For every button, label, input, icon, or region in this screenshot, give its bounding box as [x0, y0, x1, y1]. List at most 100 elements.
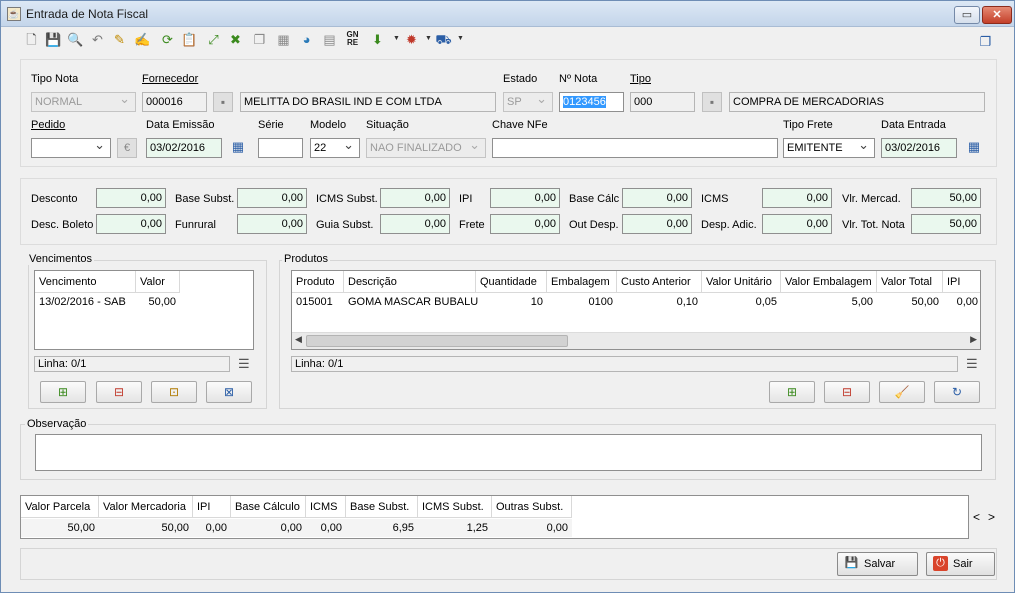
vencimentos-menu-icon[interactable]: ☰	[238, 357, 250, 371]
produtos-table[interactable]: Produto Descrição Quantidade Embalagem C…	[291, 270, 981, 350]
shrink-icon[interactable]: ✖	[227, 31, 244, 48]
vlr-mercad-field[interactable]: 50,00	[911, 188, 981, 208]
truck-icon[interactable]: ⛟	[435, 31, 452, 48]
restore-button[interactable]: ▭	[954, 6, 980, 24]
base-calc-label: Base Cálc	[569, 193, 620, 205]
produtos-col-header[interactable]: IPI	[943, 271, 980, 293]
tipo-nota-select[interactable]: NORMAL	[31, 92, 136, 112]
globe-user-icon[interactable]: ◕	[298, 31, 315, 48]
fornecedor-search-button[interactable]: ▪	[213, 92, 233, 112]
undo-icon[interactable]: ↶	[89, 31, 106, 48]
produtos-col-header[interactable]: Valor Unitário	[702, 271, 781, 293]
base-subst-field[interactable]: 0,00	[237, 188, 307, 208]
vencimentos-col-header[interactable]: Vencimento	[35, 271, 136, 293]
desc-boleto-field[interactable]: 0,00	[96, 214, 166, 234]
modelo-select[interactable]: 22	[310, 138, 360, 158]
dropdown-arrow-icon[interactable]: ▼	[457, 35, 464, 42]
produtos-col-header[interactable]: Custo Anterior	[617, 271, 702, 293]
expand-icon[interactable]: ⤢	[205, 31, 222, 48]
observacao-textarea[interactable]	[35, 434, 982, 471]
summary-next-button[interactable]: >	[988, 510, 995, 524]
data-emissao-field[interactable]: 03/02/2016	[146, 138, 222, 158]
guia-subst-field[interactable]: 0,00	[380, 214, 450, 234]
download-icon[interactable]: ⬇	[369, 31, 386, 48]
nota-number-field[interactable]: 0123456	[559, 92, 624, 112]
base-calc-field[interactable]: 0,00	[622, 188, 692, 208]
summary-table[interactable]: Valor Parcela Valor Mercadoria IPI Base …	[20, 495, 969, 539]
summary-prev-button[interactable]: <	[973, 510, 980, 524]
edit-icon[interactable]: ✍	[134, 31, 151, 48]
scroll-right-icon[interactable]: ▶	[970, 334, 977, 345]
tipo-desc-field[interactable]: COMPRA DE MERCADORIAS	[729, 92, 985, 112]
vencimentos-table[interactable]: Vencimento Valor 13/02/2016 - SAB 50,00	[34, 270, 254, 350]
tipo-frete-select[interactable]: EMITENTE	[783, 138, 875, 158]
funrural-label: Funrural	[175, 219, 216, 231]
close-button[interactable]: ✕	[982, 6, 1012, 24]
calculator-icon[interactable]: ▤	[321, 31, 338, 48]
search-icon[interactable]: 🔍	[67, 31, 84, 48]
produtos-horizontal-scrollbar[interactable]: ◀ ▶	[292, 332, 980, 349]
new-document-icon[interactable]: 🗋	[23, 31, 40, 48]
salvar-button[interactable]: 💾 Salvar	[837, 552, 918, 576]
desp-adic-field[interactable]: 0,00	[762, 214, 832, 234]
data-entrada-field[interactable]: 03/02/2016	[881, 138, 957, 158]
produtos-col-header[interactable]: Valor Embalagem	[781, 271, 877, 293]
produtos-col-header[interactable]: Embalagem	[547, 271, 617, 293]
vencimentos-col-header[interactable]: Valor	[136, 271, 180, 293]
vencimentos-title: Vencimentos	[27, 253, 94, 265]
copy-windows-icon[interactable]: ❐	[977, 33, 994, 50]
copy-icon[interactable]: ❐	[251, 31, 268, 48]
funrural-field[interactable]: 0,00	[237, 214, 307, 234]
stamp-icon[interactable]: ✹	[403, 31, 420, 48]
edit-vencimento-button[interactable]: ⊡	[151, 381, 197, 403]
icms-subst-field[interactable]: 0,00	[380, 188, 450, 208]
fornecedor-code-field[interactable]: 000016	[142, 92, 207, 112]
paste-icon[interactable]: 📋	[181, 31, 198, 48]
gnre-icon[interactable]: GN RE	[344, 31, 361, 48]
vlr-tot-nota-field[interactable]: 50,00	[911, 214, 981, 234]
window-title: Entrada de Nota Fiscal	[26, 7, 149, 21]
tipo-code-field[interactable]: 000	[630, 92, 695, 112]
magic-wand-icon[interactable]: ✎	[111, 31, 128, 48]
save-icon[interactable]: 💾	[45, 31, 62, 48]
refresh-icon[interactable]: ⟳	[159, 31, 176, 48]
produtos-col-header[interactable]: Valor Total	[877, 271, 943, 293]
frete-field[interactable]: 0,00	[490, 214, 560, 234]
produtos-col-header[interactable]: Produto	[292, 271, 344, 293]
sair-button[interactable]: ⏻ Sair	[926, 552, 995, 576]
dropdown-arrow-icon[interactable]: ▼	[425, 35, 432, 42]
print-icon[interactable]: ▦	[275, 31, 292, 48]
chave-nfe-field[interactable]	[492, 138, 778, 158]
ipi-field[interactable]: 0,00	[490, 188, 560, 208]
remove-produto-button[interactable]: ⊟	[824, 381, 870, 403]
estado-select[interactable]: SP	[503, 92, 553, 112]
produtos-menu-icon[interactable]: ☰	[966, 357, 978, 371]
reload-produto-button[interactable]: ↻	[934, 381, 980, 403]
icms-label: ICMS	[701, 193, 729, 205]
remove-vencimento-button[interactable]: ⊟	[96, 381, 142, 403]
serie-field[interactable]	[258, 138, 303, 158]
add-produto-button[interactable]: ⊞	[769, 381, 815, 403]
produtos-col-header[interactable]: Quantidade	[476, 271, 547, 293]
pedido-label[interactable]: Pedido	[31, 119, 65, 131]
scrollbar-thumb[interactable]	[306, 335, 568, 347]
fornecedor-name-field[interactable]: MELITTA DO BRASIL IND E COM LTDA	[240, 92, 496, 112]
add-vencimento-button[interactable]: ⊞	[40, 381, 86, 403]
desconto-field[interactable]: 0,00	[96, 188, 166, 208]
calendar-entrada-icon[interactable]: ▦	[964, 138, 984, 158]
pedido-select[interactable]	[31, 138, 111, 158]
euro-button[interactable]: €	[117, 138, 137, 158]
fornecedor-label[interactable]: Fornecedor	[142, 73, 198, 85]
produtos-col-header[interactable]: Descrição	[344, 271, 476, 293]
out-desp-label: Out Desp.	[569, 219, 619, 231]
scroll-left-icon[interactable]: ◀	[295, 334, 302, 345]
situacao-select[interactable]: NAO FINALIZADO	[366, 138, 486, 158]
dropdown-arrow-icon[interactable]: ▼	[393, 35, 400, 42]
tipo-search-button[interactable]: ▪	[702, 92, 722, 112]
calendar-emissao-icon[interactable]: ▦	[228, 138, 248, 158]
icms-field[interactable]: 0,00	[762, 188, 832, 208]
tipo-label[interactable]: Tipo	[630, 73, 651, 85]
out-desp-field[interactable]: 0,00	[622, 214, 692, 234]
generate-vencimento-button[interactable]: ⊠	[206, 381, 252, 403]
clear-broom-button[interactable]: 🧹	[879, 381, 925, 403]
